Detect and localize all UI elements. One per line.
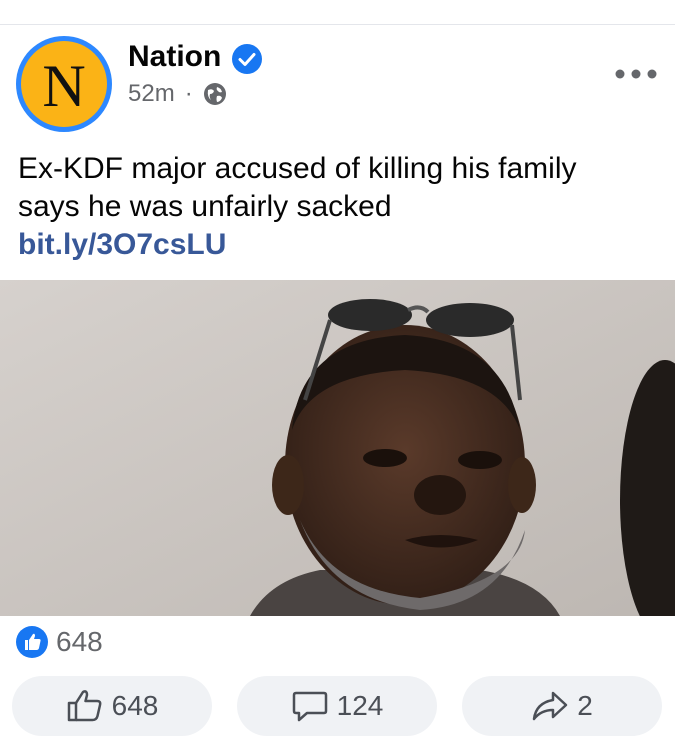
- photo-illustration: [0, 280, 675, 616]
- post-link[interactable]: bit.ly/3O7csLU: [18, 228, 226, 262]
- page-name[interactable]: Nation: [128, 40, 221, 74]
- post-time[interactable]: 52m: [128, 80, 175, 108]
- reaction-count: 648: [56, 626, 103, 657]
- top-divider: [0, 24, 675, 25]
- share-button-count: 2: [577, 690, 593, 721]
- caption-line: says he was unfairly sacked: [18, 190, 392, 223]
- comment-icon: [292, 691, 327, 722]
- verified-badge-icon: [232, 44, 262, 74]
- caption-line: Ex-KDF major accused of killing his fami…: [18, 152, 577, 185]
- avatar-logo: N: [21, 41, 107, 127]
- like-button[interactable]: 648: [12, 676, 212, 736]
- post-meta: 52m ·: [128, 80, 227, 108]
- share-button[interactable]: 2: [462, 676, 662, 736]
- like-reaction-icon: [16, 626, 48, 658]
- reaction-summary[interactable]: 648: [16, 626, 103, 658]
- thumbs-up-icon: [67, 690, 102, 722]
- more-options-icon[interactable]: [614, 64, 658, 84]
- post-photo[interactable]: [0, 280, 675, 616]
- comment-button[interactable]: 124: [237, 676, 437, 736]
- share-arrow-icon: [532, 691, 568, 721]
- like-button-count: 648: [111, 690, 159, 721]
- meta-separator: ·: [184, 80, 193, 107]
- page-avatar[interactable]: N: [16, 36, 112, 132]
- comment-button-count: 124: [336, 690, 384, 721]
- post-caption: Ex-KDF major accused of killing his fami…: [18, 150, 658, 226]
- globe-icon: [203, 83, 226, 105]
- avatar-logo-letter: N: [42, 53, 86, 119]
